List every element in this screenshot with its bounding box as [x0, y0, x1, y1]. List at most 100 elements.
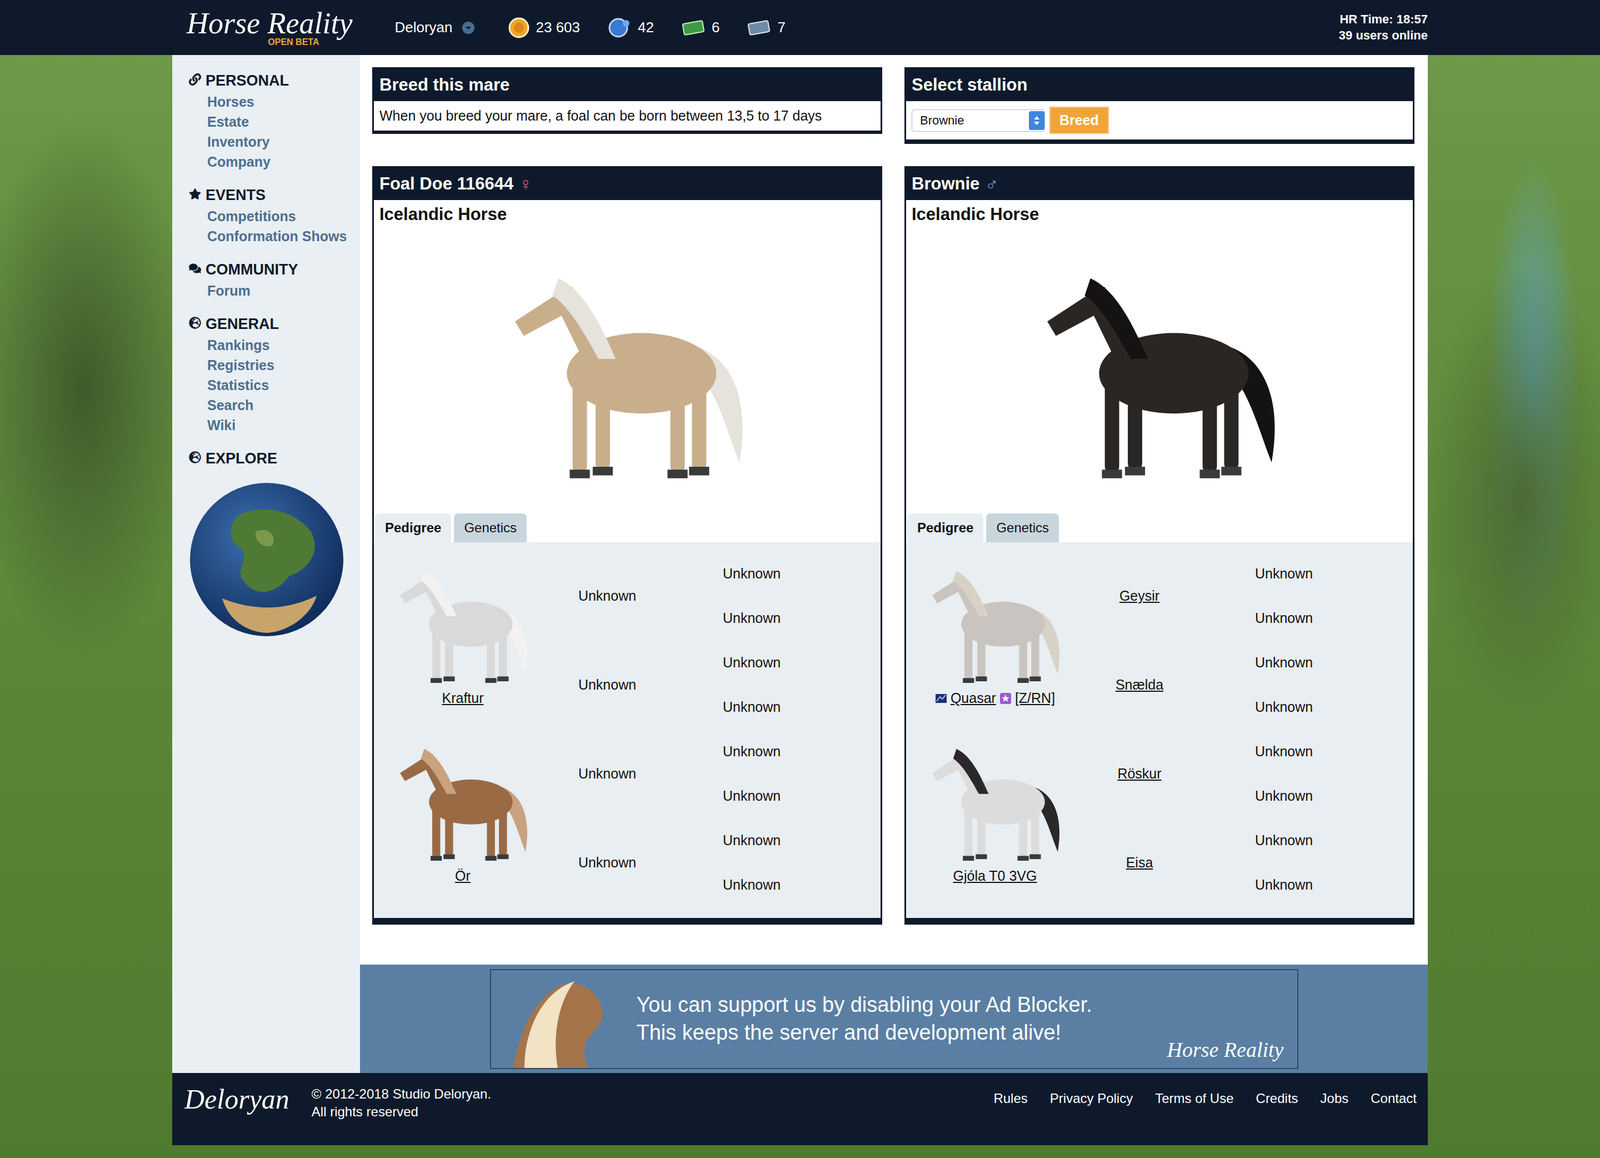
stallion-select[interactable]: Brownie: [911, 109, 1045, 132]
great-grandparent: Unknown: [662, 862, 881, 907]
parent-icon: [914, 731, 1076, 868]
server-status: HR Time: 18:5739 users online: [1338, 11, 1428, 44]
grandparent[interactable]: Snælda: [1083, 640, 1195, 729]
great-grandparent: Unknown: [1195, 684, 1413, 729]
sidebar-item[interactable]: Company: [188, 151, 360, 172]
grandparent: Unknown: [551, 728, 663, 818]
parent: Kraftur: [373, 551, 552, 729]
main-content: Breed this mareWhen you breed your mare,…: [360, 55, 1428, 1073]
great-grandparent: Unknown: [1195, 640, 1413, 685]
horse-panel: Brownie♂Icelandic HorsePedigreeGeneticsQ…: [904, 166, 1415, 925]
ticket-icon: [681, 19, 705, 37]
star-badge-icon: [999, 692, 1012, 705]
great-grandparent: Unknown: [662, 595, 881, 640]
ad-banner: You can support us by disabling your Ad …: [360, 964, 1428, 1073]
footer-link[interactable]: Rules: [993, 1090, 1028, 1107]
grandparent: Unknown: [551, 640, 663, 729]
grandparent[interactable]: Eisa: [1083, 817, 1195, 907]
parent-icon: [382, 731, 544, 868]
sidebar-item[interactable]: Inventory: [188, 131, 360, 152]
footer-link[interactable]: Terms of Use: [1155, 1090, 1234, 1107]
badge-icon: [935, 693, 948, 704]
globe-icon: [188, 315, 202, 333]
grandparent[interactable]: Röskur: [1083, 728, 1195, 818]
tab[interactable]: Pedigree: [907, 513, 984, 543]
horse-panel: Foal Doe 116644♀Icelandic HorsePedigreeG…: [372, 166, 883, 925]
parent-name[interactable]: Ör: [455, 867, 471, 884]
user-menu[interactable]: Deloryan: [394, 18, 475, 37]
breed-label: Icelandic Horse: [906, 200, 1413, 225]
sidebar-section: EVENTSCompetitionsConformation Shows: [188, 183, 360, 247]
sidebar-item[interactable]: Wiki: [188, 415, 360, 435]
horse-head-icon: [491, 970, 630, 1068]
great-grandparent: Unknown: [1195, 773, 1413, 818]
sidebar-item[interactable]: Rankings: [188, 335, 360, 355]
sidebar: PERSONALHorsesEstateInventoryCompany EVEN…: [172, 55, 360, 1073]
great-grandparent: Unknown: [1195, 595, 1413, 640]
sidebar-item[interactable]: Search: [188, 395, 360, 415]
tab[interactable]: Genetics: [453, 513, 527, 543]
sidebar-section: EXPLORE: [188, 447, 360, 470]
sidebar-section: PERSONALHorsesEstateInventoryCompany: [188, 69, 360, 172]
sidebar-heading: GENERAL: [188, 312, 360, 335]
horse-image: [906, 224, 1413, 514]
great-grandparent: Unknown: [662, 551, 881, 596]
sidebar-item[interactable]: Horses: [188, 91, 360, 112]
footer: Deloryan© 2012-2018 Studio Deloryan.All …: [172, 1072, 1428, 1145]
sidebar-item[interactable]: Competitions: [188, 206, 360, 227]
sidebar-item[interactable]: Conformation Shows: [188, 226, 360, 247]
tab[interactable]: Genetics: [986, 513, 1059, 543]
ad-horse-image: [491, 970, 630, 1068]
breed-button[interactable]: Breed: [1049, 106, 1109, 134]
select-arrows-icon: [1032, 114, 1041, 127]
globe-map-icon: [188, 481, 345, 638]
great-grandparent: Unknown: [662, 817, 881, 863]
comments-icon: [188, 261, 202, 279]
footer-link[interactable]: Contact: [1370, 1090, 1417, 1107]
great-grandparent: Unknown: [662, 728, 881, 774]
sidebar-item[interactable]: Registries: [188, 355, 360, 375]
breed-panel: Breed this mareWhen you breed your mare,…: [372, 67, 883, 134]
sidebar-item[interactable]: Statistics: [188, 375, 360, 395]
grandparent: Unknown: [551, 551, 663, 640]
panel-title: Breed this mare: [373, 68, 881, 102]
ad-brand: Horse Reality: [1166, 1038, 1284, 1060]
diamond-icon: [607, 17, 632, 39]
grandparent[interactable]: Geysir: [1083, 551, 1195, 640]
sex-icon: ♂: [985, 173, 999, 195]
currency: 42: [607, 17, 654, 39]
horse-icon: [482, 246, 772, 492]
great-grandparent: Unknown: [662, 773, 881, 818]
tab[interactable]: Pedigree: [375, 513, 452, 543]
great-grandparent: Unknown: [1195, 817, 1413, 863]
footer-link[interactable]: Privacy Policy: [1050, 1090, 1133, 1107]
parent-name[interactable]: Quasar[Z/RN]: [935, 690, 1055, 707]
sidebar-heading: PERSONAL: [188, 69, 360, 92]
sidebar-section: COMMUNITYForum: [188, 258, 360, 301]
currency: 6: [681, 18, 720, 37]
horse-name: Foal Doe 116644♀: [373, 167, 881, 200]
parent-name[interactable]: Gjóla T0 3VG: [952, 867, 1037, 884]
footer-link[interactable]: Credits: [1256, 1090, 1299, 1107]
currency: 7: [747, 18, 785, 37]
sidebar-item[interactable]: Estate: [188, 111, 360, 132]
panel-title: Select stallion: [906, 68, 1413, 102]
parent-icon: [382, 553, 544, 690]
tab-bar: PedigreeGenetics: [373, 513, 881, 543]
great-grandparent: Unknown: [662, 640, 881, 685]
parent-name[interactable]: Kraftur: [441, 690, 484, 707]
select-stallion-panel: Select stallion BrownieBreed: [904, 67, 1415, 144]
sidebar-item[interactable]: Forum: [188, 280, 360, 301]
horse-icon: [1015, 246, 1304, 492]
footer-logo[interactable]: Deloryan: [184, 1085, 290, 1113]
sidebar-heading: EXPLORE: [188, 447, 360, 470]
sex-icon: ♀: [518, 173, 533, 195]
link-icon: [188, 72, 202, 90]
logo[interactable]: Horse RealityOPEN BETA: [186, 8, 353, 48]
top-bar: Horse RealityOPEN BETADeloryan23 6034267…: [0, 0, 1600, 55]
pedigree: Quasar[Z/RN] Gjóla T0 3VG GeysirSnældaRösk…: [906, 542, 1413, 918]
breed-info: When you breed your mare, a foal can be …: [373, 101, 881, 131]
globe-icon: [188, 450, 202, 468]
explore-map[interactable]: [188, 481, 345, 638]
footer-link[interactable]: Jobs: [1320, 1090, 1349, 1107]
